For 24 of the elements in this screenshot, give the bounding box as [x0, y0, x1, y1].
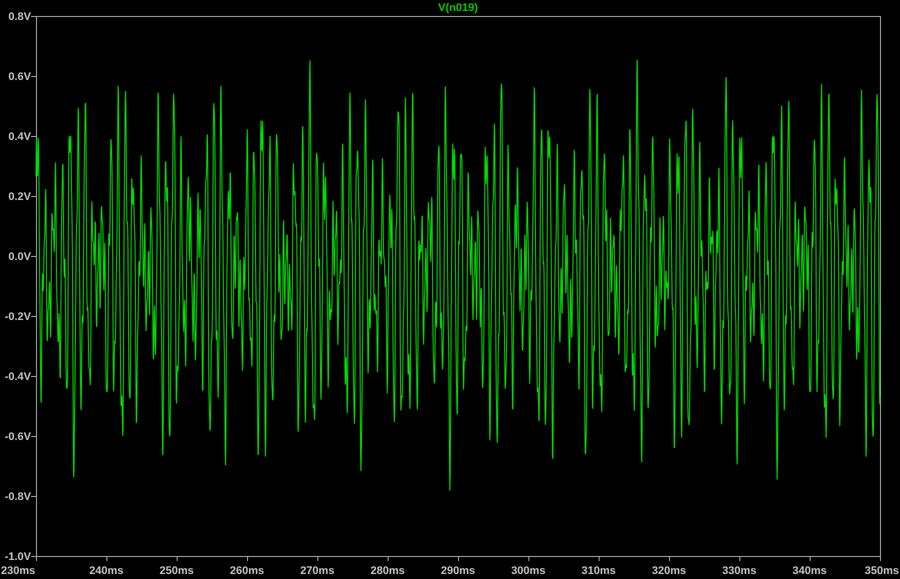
y-axis-label: -0.2V: [4, 311, 31, 323]
y-axis-label: -0.4V: [4, 371, 31, 383]
x-axis-label: 300ms: [511, 565, 546, 577]
y-axis-label: 0.2V: [8, 191, 31, 203]
y-axis-label: -1.0V: [4, 551, 31, 563]
x-axis-label: 350ms: [864, 565, 899, 577]
x-axis-label: 330ms: [722, 565, 756, 577]
x-axis-label: 340ms: [792, 565, 827, 577]
y-axis-label: 0.8V: [8, 11, 31, 23]
y-axis-label: -0.6V: [4, 431, 31, 443]
x-axis-label: 320ms: [652, 565, 686, 577]
x-axis-label: 270ms: [300, 565, 334, 577]
x-axis-label: 230ms: [1, 565, 36, 577]
x-axis-label: 240ms: [89, 565, 124, 577]
x-axis-label: 250ms: [160, 565, 194, 577]
y-axis-label: 0.0V: [8, 251, 31, 263]
y-axis-label: -0.8V: [4, 491, 31, 503]
x-axis-label: 280ms: [370, 565, 405, 577]
trace-label: V(n019): [438, 2, 478, 14]
x-axis-label: 260ms: [230, 565, 264, 577]
y-axis-label: 0.4V: [8, 131, 31, 143]
x-axis-label: 290ms: [440, 565, 476, 577]
x-axis-label: 310ms: [582, 565, 616, 577]
y-axis-label: 0.6V: [8, 71, 31, 83]
